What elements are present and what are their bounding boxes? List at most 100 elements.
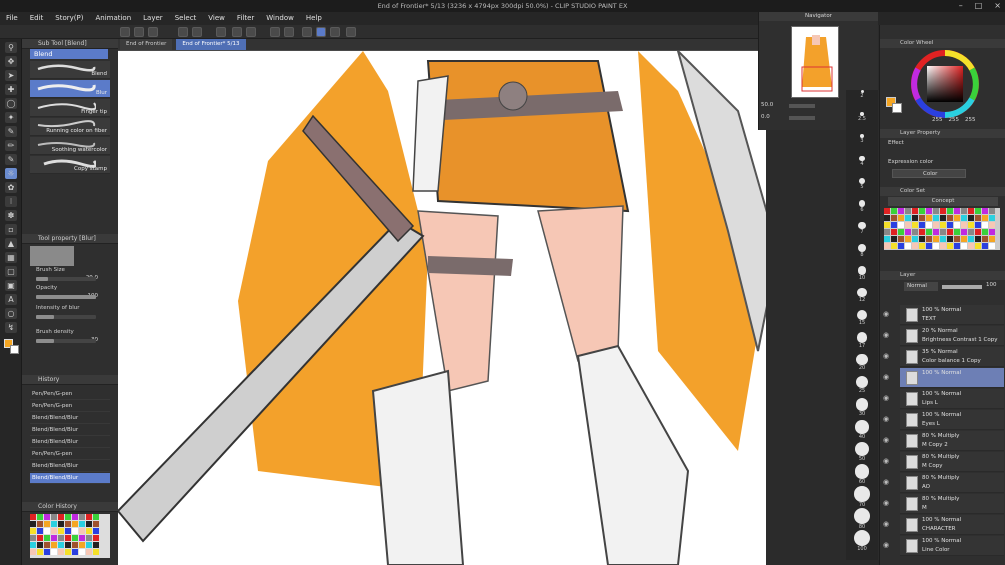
brush-finger-tip[interactable]: Finger tip — [30, 99, 110, 117]
color-set-grid[interactable] — [884, 208, 1000, 250]
color-swatch[interactable] — [968, 215, 974, 221]
color-swatch[interactable] — [72, 521, 78, 527]
color-swatch[interactable] — [884, 215, 890, 221]
frame-tool-icon[interactable]: ▣ — [5, 280, 17, 291]
color-swatch[interactable] — [989, 243, 995, 249]
color-swatch[interactable] — [79, 514, 85, 520]
color-swatch[interactable] — [989, 229, 995, 235]
color-swatch[interactable] — [933, 229, 939, 235]
brush-blur[interactable]: Blur — [30, 80, 110, 98]
brush-size-preset[interactable]: 40 — [848, 420, 876, 440]
color-swatch[interactable] — [961, 243, 967, 249]
color-swatch[interactable] — [898, 243, 904, 249]
color-swatch[interactable] — [975, 222, 981, 228]
lasso-tool-icon[interactable]: ◯ — [5, 98, 17, 109]
color-swatch[interactable] — [51, 549, 57, 555]
color-swatch[interactable] — [975, 229, 981, 235]
color-swatch[interactable] — [51, 528, 57, 534]
color-swatch[interactable] — [65, 521, 71, 527]
color-swatch[interactable] — [926, 243, 932, 249]
color-swatch[interactable] — [86, 549, 92, 555]
artwork-canvas[interactable] — [118, 51, 766, 565]
menu-animation[interactable]: Animation — [95, 12, 131, 25]
layer-row[interactable]: 100 % Normal — [900, 368, 1004, 388]
maximize-icon[interactable]: □ — [975, 0, 983, 12]
color-swatch[interactable] — [37, 528, 43, 534]
canvas-area[interactable] — [118, 39, 766, 565]
text-tool-icon[interactable]: A — [5, 294, 17, 305]
new-file-icon[interactable] — [120, 27, 130, 37]
fill-tool-icon[interactable]: ▲ — [5, 238, 17, 249]
intensity-row[interactable]: Intensity of blur — [36, 305, 110, 319]
layer-row[interactable]: 80 % Multiply M Copy 2 — [900, 431, 1004, 451]
zoom-tool-icon[interactable]: ⚲ — [5, 42, 17, 53]
color-swatch[interactable] — [975, 243, 981, 249]
color-swatch[interactable] — [961, 208, 967, 214]
expression-color-select[interactable]: Color — [892, 169, 966, 178]
history-item[interactable]: Blend/Blend/Blur — [30, 461, 110, 472]
opacity-slider[interactable] — [36, 295, 96, 299]
color-swatch[interactable] — [933, 208, 939, 214]
color-swatch[interactable] — [954, 208, 960, 214]
color-swatch[interactable] — [30, 521, 36, 527]
opacity-row[interactable]: Opacity 100 — [36, 285, 110, 299]
correct-line-tool-icon[interactable]: ↯ — [5, 322, 17, 333]
layer-row[interactable]: 20 % Normal Brightness Contrast 1 Copy — [900, 326, 1004, 346]
color-swatch[interactable] — [58, 521, 64, 527]
color-swatch[interactable] — [898, 222, 904, 228]
brush-size-preset[interactable]: 3 — [848, 134, 876, 154]
snap-guide-icon[interactable] — [316, 27, 326, 37]
balloon-tool-icon[interactable]: ○ — [5, 308, 17, 319]
gradient-tool-icon[interactable]: ▦ — [5, 252, 17, 263]
color-swatch[interactable] — [982, 222, 988, 228]
history-item[interactable]: Blend/Blend/Blur — [30, 437, 110, 448]
fill-icon[interactable] — [232, 27, 242, 37]
brush-size-preset[interactable]: 12 — [848, 288, 876, 308]
color-swatch[interactable] — [912, 236, 918, 242]
brush-size-preset[interactable]: 100 — [848, 530, 876, 552]
color-swatch[interactable] — [30, 549, 36, 555]
brush-size-row[interactable]: Brush Size 20.0 — [36, 267, 110, 281]
color-swatch[interactable] — [940, 229, 946, 235]
layer-row[interactable]: 100 % Normal Lips L — [900, 389, 1004, 409]
color-swatch[interactable] — [926, 208, 932, 214]
settings-icon[interactable] — [346, 27, 356, 37]
brush-size-preset[interactable]: 17 — [848, 332, 876, 352]
color-swatch[interactable] — [912, 229, 918, 235]
color-swatch[interactable] — [975, 215, 981, 221]
brush-size-slider[interactable] — [36, 277, 96, 281]
eye-icon[interactable]: ◉ — [883, 478, 893, 488]
color-swatch[interactable] — [940, 222, 946, 228]
color-swatch[interactable] — [947, 229, 953, 235]
color-swatch[interactable] — [72, 528, 78, 534]
airbrush-tool-icon[interactable]: ⁝ — [5, 196, 17, 207]
snap-ruler-icon[interactable] — [302, 27, 312, 37]
history-item[interactable]: Pen/Pen/G-pen — [30, 401, 110, 412]
color-swatch[interactable] — [30, 542, 36, 548]
layer-row[interactable]: 80 % Multiply AO — [900, 473, 1004, 493]
color-swatch[interactable] — [44, 521, 50, 527]
color-swatch[interactable] — [933, 243, 939, 249]
brush-tool-icon[interactable]: ✿ — [5, 182, 17, 193]
intensity-slider[interactable] — [36, 315, 96, 319]
color-swatch[interactable] — [919, 215, 925, 221]
brush-size-preset[interactable]: 30 — [848, 398, 876, 418]
color-swatch[interactable] — [58, 528, 64, 534]
color-swatch[interactable] — [919, 243, 925, 249]
color-swatch[interactable] — [947, 236, 953, 242]
color-swatch[interactable] — [905, 236, 911, 242]
color-swatch[interactable] — [93, 535, 99, 541]
color-swatch[interactable] — [919, 236, 925, 242]
color-swatch[interactable] — [86, 521, 92, 527]
color-swatch[interactable] — [989, 208, 995, 214]
color-swatch[interactable] — [58, 514, 64, 520]
snap-grid-icon[interactable] — [330, 27, 340, 37]
menu-file[interactable]: File — [6, 12, 18, 25]
history-item[interactable]: Pen/Pen/G-pen — [30, 389, 110, 400]
color-swatch[interactable] — [919, 222, 925, 228]
brush-running-color[interactable]: Running color on fiber — [30, 118, 110, 136]
color-swatch[interactable] — [79, 542, 85, 548]
sub-color-chip[interactable] — [892, 103, 902, 113]
wand-tool-icon[interactable]: ✦ — [5, 112, 17, 123]
navigator-angle-slider[interactable] — [789, 116, 815, 120]
